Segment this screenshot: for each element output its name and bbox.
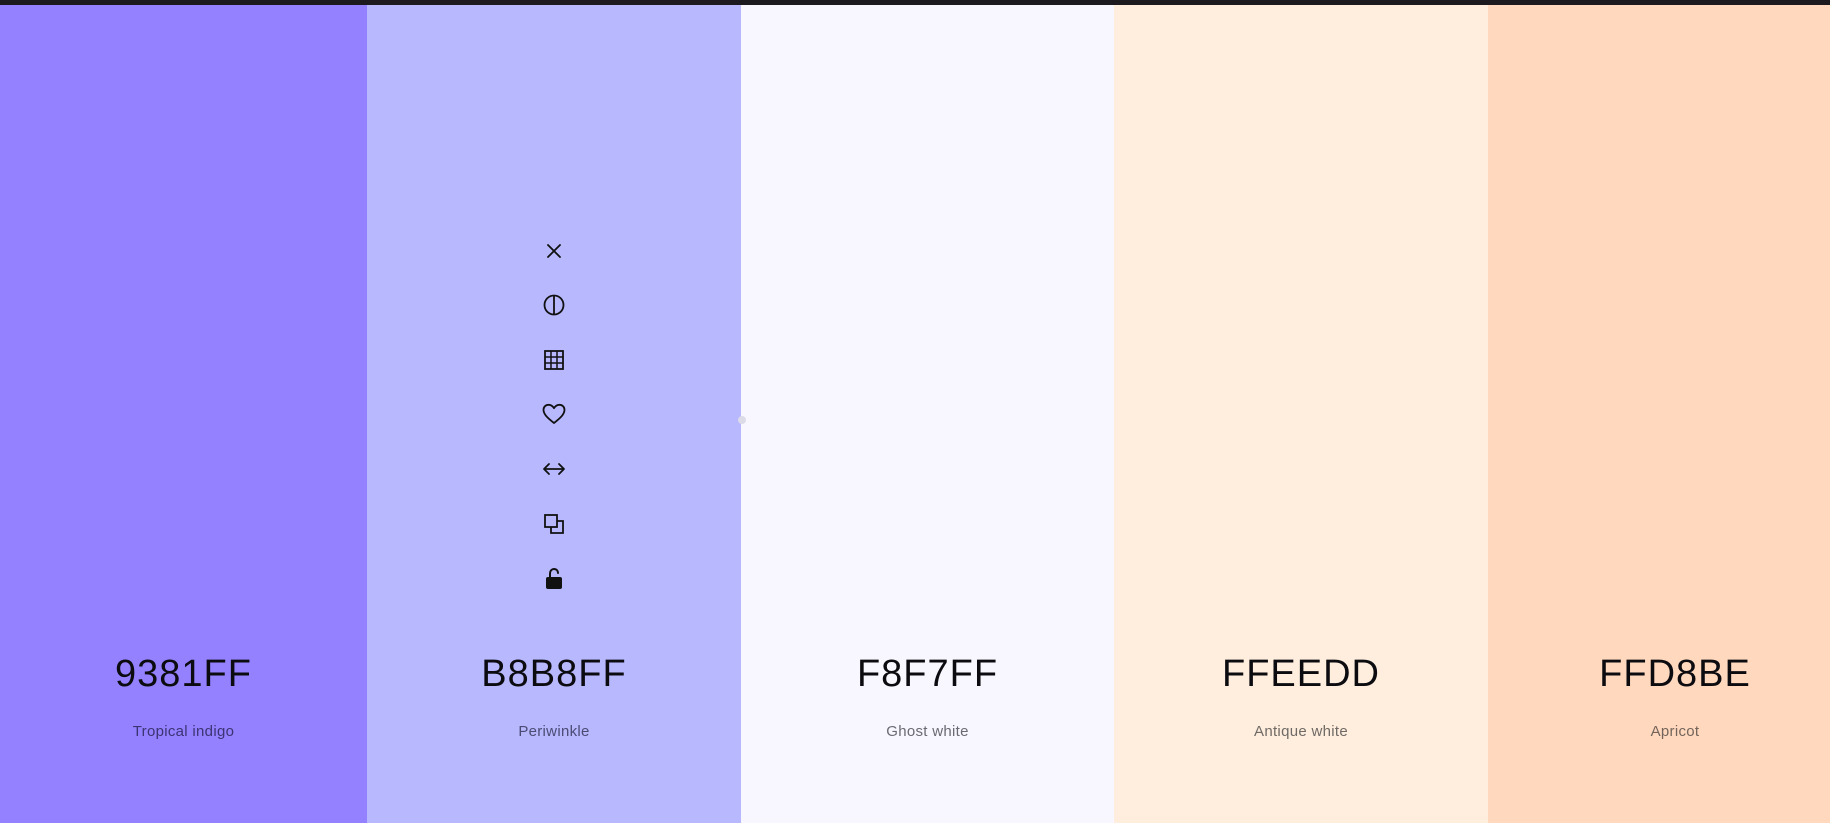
- color-swatch-periwinkle[interactable]: B8B8FF Periwinkle: [367, 5, 741, 823]
- grid-icon: [542, 348, 566, 372]
- color-swatch-tropical-indigo[interactable]: 9381FF Tropical indigo: [0, 5, 367, 823]
- shades-grid-button[interactable]: [540, 346, 568, 374]
- view-shades-button[interactable]: [540, 291, 568, 319]
- drag-color-button[interactable]: [540, 455, 568, 483]
- swatch-color-name[interactable]: Ghost white: [741, 724, 1114, 739]
- remove-color-button[interactable]: [540, 237, 568, 265]
- save-color-button[interactable]: [540, 400, 568, 428]
- swatch-color-name[interactable]: Apricot: [1488, 724, 1830, 739]
- swatch-hex-code[interactable]: 9381FF: [0, 655, 367, 693]
- color-swatch-ghost-white[interactable]: F8F7FF Ghost white: [741, 5, 1114, 823]
- copy-icon: [542, 512, 566, 536]
- swatch-hex-code[interactable]: FFD8BE: [1488, 655, 1830, 693]
- contrast-icon: [542, 293, 566, 317]
- toggle-lock-button[interactable]: [540, 565, 568, 593]
- close-icon: [544, 241, 564, 261]
- swatch-hex-code[interactable]: B8B8FF: [367, 655, 741, 693]
- swatch-hex-code[interactable]: FFEEDD: [1114, 655, 1488, 693]
- color-swatch-antique-white[interactable]: FFEEDD Antique white: [1114, 5, 1488, 823]
- unlocked-icon: [543, 566, 565, 592]
- swatch-color-name[interactable]: Antique white: [1114, 724, 1488, 739]
- swatch-color-name[interactable]: Periwinkle: [367, 724, 741, 739]
- color-palette: 9381FF Tropical indigo B8B8FF Periwinkle…: [0, 5, 1830, 823]
- swatch-color-name[interactable]: Tropical indigo: [0, 724, 367, 739]
- color-swatch-apricot[interactable]: FFD8BE Apricot: [1488, 5, 1830, 823]
- add-color-handle[interactable]: [738, 416, 746, 424]
- drag-arrows-icon: [541, 459, 567, 479]
- copy-hex-button[interactable]: [540, 510, 568, 538]
- swatch-hex-code[interactable]: F8F7FF: [741, 655, 1114, 693]
- heart-icon: [541, 402, 567, 426]
